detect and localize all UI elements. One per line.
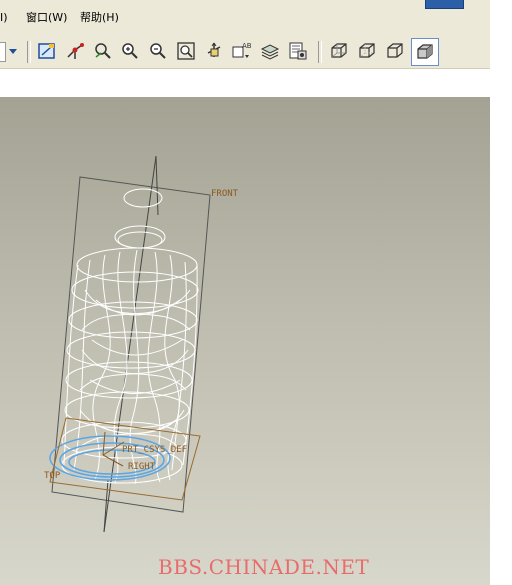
top-label: TOP [44, 471, 61, 481]
front-label: FRONT [211, 189, 239, 199]
model-tree-icon[interactable] [287, 40, 309, 62]
menu-window[interactable]: 窗口(W) [26, 11, 67, 25]
no-hidden-icon[interactable] [384, 40, 406, 62]
sketch-view-icon[interactable] [36, 40, 58, 62]
zoom-out-icon[interactable] [147, 40, 169, 62]
right-margin [490, 0, 512, 585]
wireframe-icon[interactable] [328, 40, 350, 62]
part-wireframe[interactable] [61, 188, 199, 485]
menu-tools[interactable]: Ⅰ) [0, 11, 8, 25]
menu-bar: Ⅰ) 窗口(W) 帮助(H) [0, 0, 490, 36]
watermark-text: BBS.CHINADE.NET [158, 555, 370, 579]
window-control-button[interactable] [425, 0, 464, 9]
toolbar: AB [0, 36, 490, 69]
refit-icon[interactable] [92, 40, 114, 62]
layers-icon[interactable] [259, 40, 281, 62]
toolbar-separator [27, 41, 31, 63]
datum-point-icon[interactable] [64, 40, 86, 62]
dropdown-arrow-icon[interactable] [6, 40, 20, 62]
right-label: RIGHT [128, 462, 156, 472]
zoom-fit-icon[interactable] [175, 40, 197, 62]
menu-help[interactable]: 帮助(H) [80, 11, 119, 25]
model-canvas: FRONT TOP RIGHT PRT_CSYS_DEF [44, 155, 239, 533]
saved-views-icon[interactable]: AB [231, 40, 253, 62]
svg-text:AB: AB [242, 42, 252, 50]
zoom-in-icon[interactable] [119, 40, 141, 62]
shading-icon[interactable] [411, 38, 439, 66]
toolbar-separator [318, 41, 322, 63]
graphics-viewport[interactable]: FRONT TOP RIGHT PRT_CSYS_DEF [0, 97, 490, 585]
hidden-line-icon[interactable] [356, 40, 378, 62]
message-strip [0, 69, 490, 97]
csys-icon[interactable] [102, 431, 125, 467]
reorient-icon[interactable] [203, 40, 225, 62]
csys-label: PRT_CSYS_DEF [122, 445, 187, 455]
